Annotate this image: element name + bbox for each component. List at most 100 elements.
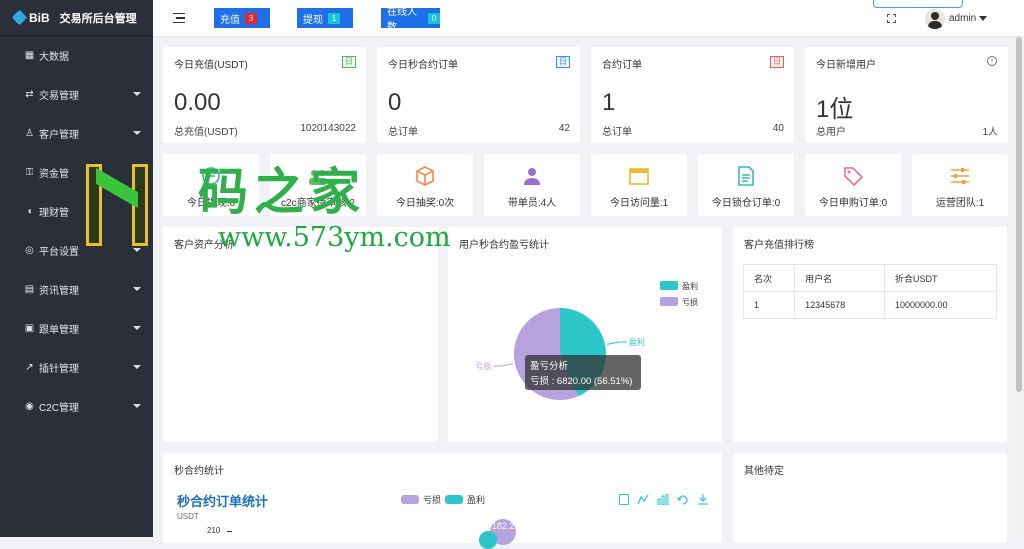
- stat-title: 今日秒合约订单: [388, 60, 458, 71]
- contract-chart-title: 秒合约订单统计: [177, 494, 269, 509]
- chevron-down-icon: [133, 209, 141, 213]
- legend-loss[interactable]: 亏损: [401, 493, 441, 506]
- withdraw-button[interactable]: 提现 1: [297, 8, 353, 28]
- panel-title: 客户充值排行榜: [744, 240, 814, 251]
- quick-stat-label: c2c商家待审核:2: [281, 198, 355, 209]
- chevron-down-icon: [133, 131, 141, 135]
- news-icon: ▤: [24, 284, 35, 295]
- wallet-icon: [200, 165, 222, 187]
- table-cell: 1: [742, 291, 796, 319]
- sidebar: BiB 交易所后台管理 ▦ 大数据 ⇄ 交易管理 ♙ 客户管理 ⚿ 资金管 ◖ 理财管 ◎ 平台设置 ▤…: [0, 0, 153, 537]
- quick-stat-0[interactable]: 今日提现:0: [163, 154, 259, 216]
- withdraw-count-badge: 1: [328, 12, 340, 24]
- recharge-button[interactable]: 充值 3: [214, 8, 270, 28]
- online-users-button[interactable]: 在线人数 0: [381, 7, 440, 33]
- panel-title: 其他待定: [744, 466, 784, 477]
- chevron-down-icon[interactable]: [979, 16, 987, 21]
- chart-toolbox: [619, 494, 709, 505]
- sidebar-item-7[interactable]: ▣ 跟单管理: [0, 309, 153, 348]
- brand-logo[interactable]: BiB: [11, 9, 50, 26]
- y-tick-label: 210: [207, 526, 221, 535]
- bar-chart-icon[interactable]: [657, 494, 669, 505]
- sidebar-item-label: 跟单管理: [39, 325, 79, 336]
- stat-sub-label: 总充值(USDT): [174, 127, 238, 138]
- fullscreen-icon[interactable]: [887, 14, 896, 23]
- stat-sub-value: 40: [772, 123, 784, 134]
- stat-value: 1: [602, 89, 616, 116]
- sliders-icon: [949, 165, 971, 187]
- stat-sub-label: 总订单: [602, 127, 632, 138]
- quick-stat-5[interactable]: 今日锁仓订单:0: [698, 154, 794, 216]
- quick-stat-6[interactable]: 今日申购订单:0: [805, 154, 901, 216]
- quick-stat-3[interactable]: 带单员:4人: [484, 154, 580, 216]
- table-cell: 10000000.00: [884, 291, 997, 319]
- stat-value: 0: [388, 89, 402, 116]
- refresh-icon[interactable]: [677, 494, 689, 505]
- scrollbar-track[interactable]: [1014, 37, 1024, 537]
- lock-icon: ⚿: [25, 167, 34, 178]
- stat-value: 1位: [816, 96, 854, 123]
- period-badge: 日: [342, 56, 356, 68]
- diamond-logo-icon: [11, 9, 28, 26]
- sidebar-item-0[interactable]: ▦ 大数据: [0, 36, 153, 75]
- panel-title: 秒合约统计: [174, 466, 224, 477]
- stat-title: 今日新增用户: [816, 60, 876, 71]
- panel-title: 客户资产分析: [174, 240, 234, 251]
- stat-sub-value: 42: [558, 123, 570, 134]
- sidebar-item-5[interactable]: ◎ 平台设置: [0, 231, 153, 270]
- brand-title: 交易所后台管理: [59, 12, 137, 25]
- legend-swatch: [401, 495, 419, 504]
- sidebar-item-1[interactable]: ⇄ 交易管理: [0, 75, 153, 114]
- legend-swatch: [445, 495, 463, 504]
- chevron-down-icon: [133, 287, 141, 291]
- table-header: 用户名: [794, 264, 886, 292]
- download-icon[interactable]: [697, 494, 709, 505]
- admin-username[interactable]: admin: [949, 13, 976, 24]
- sidebar-item-label: 大数据: [39, 52, 69, 63]
- bubble-point-profit[interactable]: [479, 531, 497, 549]
- brand: BiB 交易所后台管理: [0, 0, 153, 36]
- stat-title: 合约订单: [602, 60, 642, 71]
- quick-stat-label: 今日申购订单:0: [818, 198, 888, 209]
- follow-icon: ▣: [24, 323, 35, 334]
- quick-stat-4[interactable]: 今日访问量:1: [591, 154, 687, 216]
- sidebar-item-9[interactable]: ◉ C2C管理: [0, 387, 153, 426]
- sidebar-item-2[interactable]: ♙ 客户管理: [0, 114, 153, 153]
- slice-label-line: [606, 341, 627, 345]
- stat-card-0: 今日充值(USDT) 日 0.00 总充值(USDT) 1020143022: [163, 47, 366, 143]
- stat-value: 0.00: [174, 89, 221, 116]
- legend-label[interactable]: 亏损: [682, 297, 698, 307]
- person-icon: [521, 165, 543, 187]
- pie-tooltip: 盈亏分析亏损 : 6820.00 (56.51%): [525, 355, 641, 390]
- sidebar-item-6[interactable]: ▤ 资讯管理: [0, 270, 153, 309]
- quick-stat-1[interactable]: c2c商家待审核:2: [270, 154, 366, 216]
- sidebar-item-8[interactable]: ↗ 插针管理: [0, 348, 153, 387]
- quick-stat-label: 今日锁仓订单:0: [711, 198, 781, 209]
- info-icon[interactable]: i: [987, 56, 997, 66]
- sidebar-item-4[interactable]: ◖ 理财管: [0, 192, 153, 231]
- legend-profit[interactable]: 盈利: [445, 493, 485, 506]
- chevron-down-icon: [133, 92, 141, 96]
- data-view-icon[interactable]: [619, 494, 629, 505]
- legend-label[interactable]: 盈利: [682, 281, 698, 291]
- sidebar-item-3[interactable]: ⚿ 资金管: [0, 153, 153, 192]
- other-panel: 其他待定: [733, 453, 1007, 543]
- quick-stat-7[interactable]: 运营团队:1: [912, 154, 1008, 216]
- box-icon: [414, 165, 436, 187]
- avatar[interactable]: [925, 9, 945, 29]
- table-row: 1 12345678 10000000.00: [742, 291, 997, 319]
- stat-card-1: 今日秒合约订单 日 0 总订单 42: [377, 47, 580, 143]
- line-chart-icon[interactable]: [637, 494, 649, 505]
- scrollbar-thumb[interactable]: [1016, 37, 1022, 392]
- menu-toggle-icon[interactable]: [173, 13, 185, 23]
- c2c-icon: ◉: [25, 401, 34, 412]
- stat-sub-value: 1020143022: [300, 123, 356, 134]
- stat-title: 今日充值(USDT): [174, 60, 248, 71]
- legend-swatch[interactable]: [660, 281, 678, 290]
- contract-stats-panel: 秒合约统计 秒合约订单统计 USDT 210 亏损 盈利 182.2: [163, 453, 722, 549]
- chart-icon: ▦: [24, 50, 35, 61]
- legend-swatch[interactable]: [660, 297, 678, 306]
- quick-stat-2[interactable]: 今日抽奖:0次: [377, 154, 473, 216]
- online-count-badge: 0: [428, 12, 440, 24]
- table-header: 折合USDT: [884, 264, 997, 292]
